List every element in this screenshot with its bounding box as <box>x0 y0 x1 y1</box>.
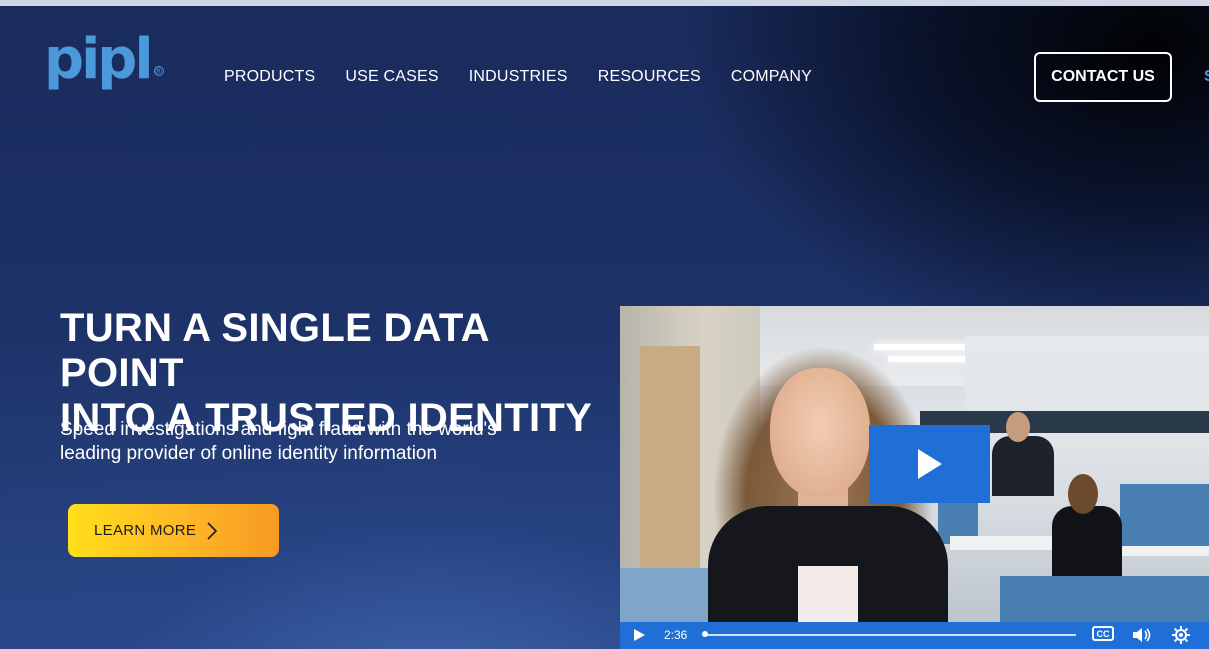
video-player[interactable]: 2:36 CC <box>620 306 1209 649</box>
closed-captions-icon[interactable]: CC <box>1092 626 1114 641</box>
nav-item-industries[interactable]: INDUSTRIES <box>469 68 568 86</box>
hero-subtext: Speed investigations and fight fraud wit… <box>60 418 530 466</box>
desk <box>1120 546 1209 556</box>
video-progress-bar[interactable] <box>704 634 1076 636</box>
nav-item-resources[interactable]: RESOURCES <box>598 68 701 86</box>
registered-mark: ® <box>153 66 164 76</box>
main-nav: PRODUCTS USE CASES INDUSTRIES RESOURCES … <box>224 68 812 86</box>
learn-more-button[interactable]: LEARN MORE <box>68 504 279 557</box>
hero-section: pipl ® PRODUCTS USE CASES INDUSTRIES RES… <box>0 6 1209 649</box>
cubicle-panel <box>1120 484 1209 554</box>
seated-person <box>1052 506 1122 576</box>
video-progress-handle[interactable] <box>702 631 708 637</box>
video-duration: 2:36 <box>664 628 688 642</box>
seated-person-head <box>1068 474 1098 514</box>
presenter-face <box>770 368 870 498</box>
video-controls: 2:36 CC <box>620 622 1209 649</box>
background-person-head <box>1006 412 1030 442</box>
nav-item-products[interactable]: PRODUCTS <box>224 68 315 86</box>
play-icon <box>917 449 942 479</box>
volume-icon[interactable] <box>1132 627 1152 648</box>
pipl-logo[interactable]: pipl ® <box>44 32 164 102</box>
cubicle-panel-front <box>620 568 720 628</box>
contact-us-button[interactable]: CONTACT US <box>1034 52 1172 102</box>
nav-item-company[interactable]: COMPANY <box>731 68 812 86</box>
nav-item-use-cases[interactable]: USE CASES <box>345 68 438 86</box>
background-person <box>992 436 1054 496</box>
video-scene-door <box>640 346 700 576</box>
settings-gear-icon[interactable] <box>1172 626 1190 649</box>
chevron-right-icon <box>206 521 218 541</box>
subtext-line-2: leading provider of online identity info… <box>60 443 438 464</box>
learn-more-label: LEARN MORE <box>94 522 197 539</box>
logo-wordmark: pipl <box>44 27 154 92</box>
video-play-button[interactable] <box>869 425 990 503</box>
nav-item-partial[interactable]: S <box>1204 68 1209 86</box>
headline-line-1: TURN A SINGLE DATA POINT <box>60 306 489 395</box>
cubicle-panel <box>1000 576 1209 626</box>
play-icon[interactable] <box>632 628 646 647</box>
subtext-line-1: Speed investigations and fight fraud wit… <box>60 419 497 440</box>
